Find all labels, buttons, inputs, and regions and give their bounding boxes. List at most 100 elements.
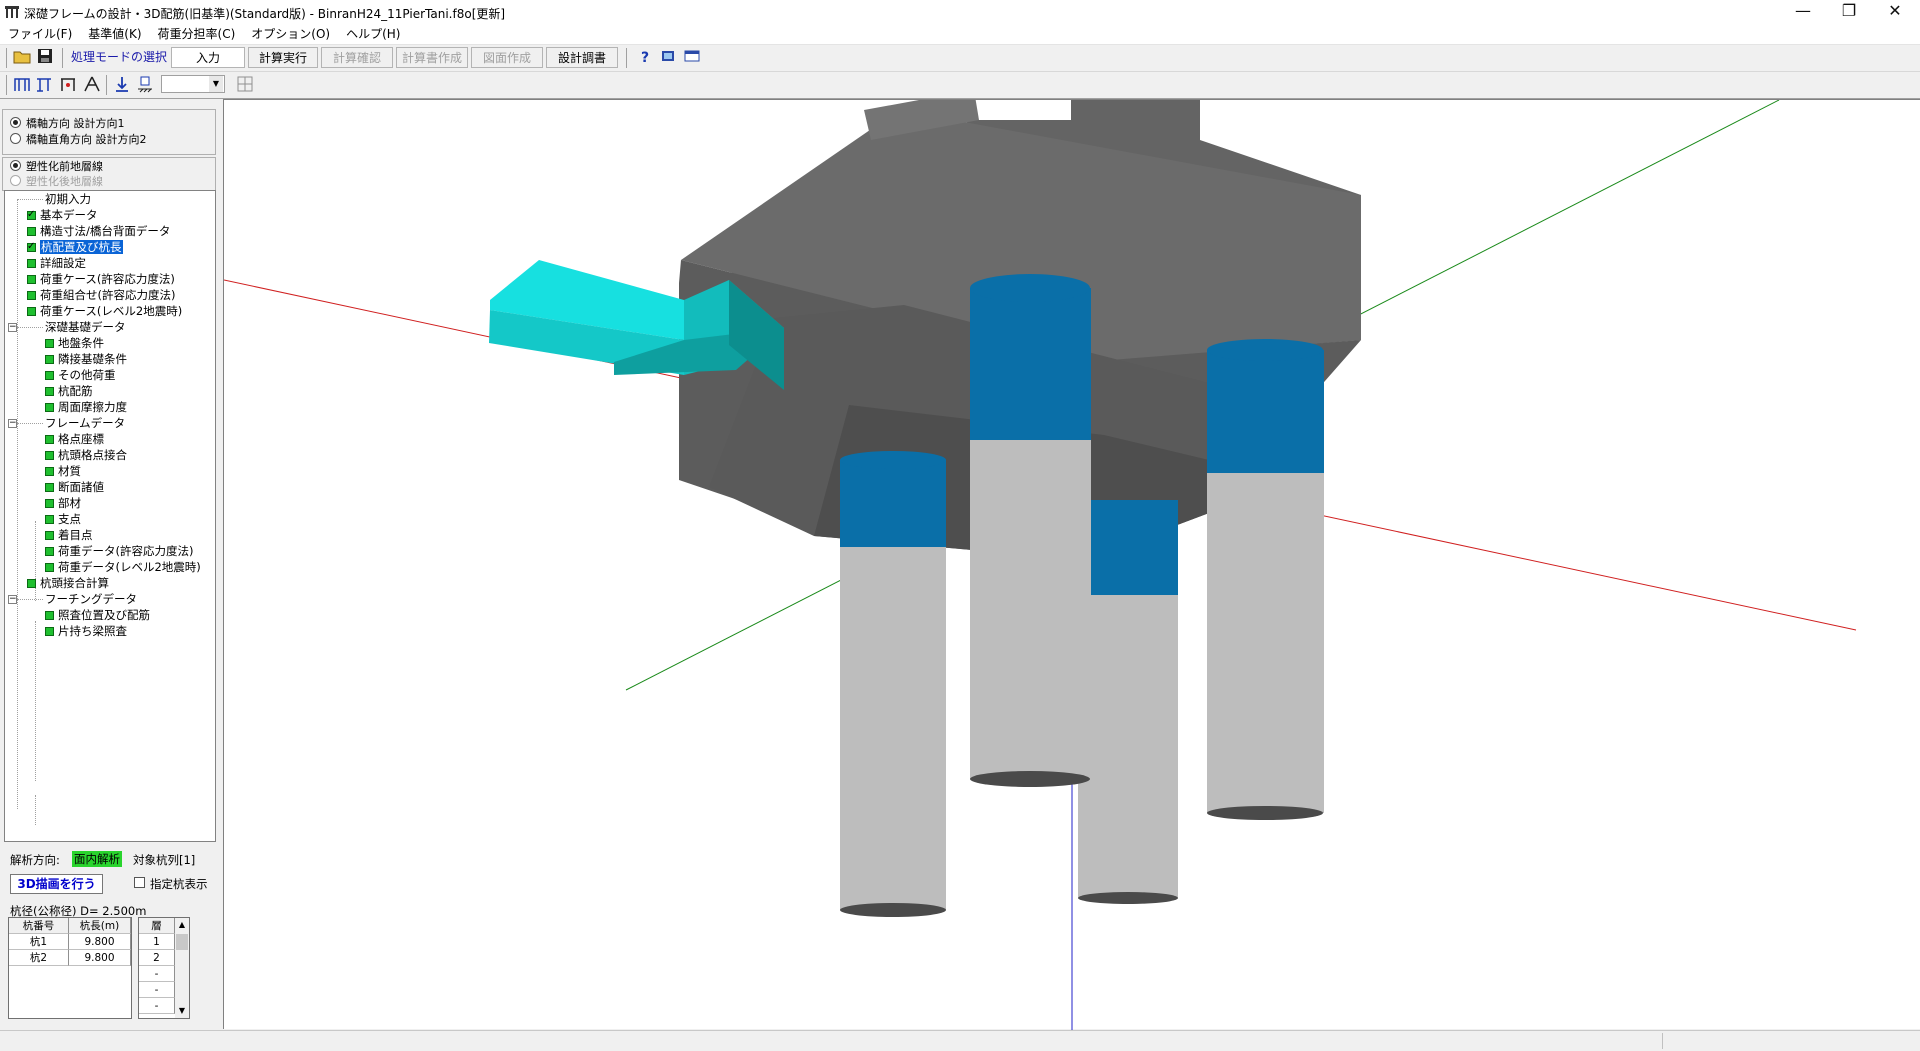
table-cell[interactable]: 9.800	[69, 950, 131, 966]
chevron-down-icon[interactable]: ▼	[209, 76, 223, 92]
design-report-button[interactable]: 設計調書	[546, 47, 618, 68]
table-cell[interactable]: -	[139, 982, 175, 998]
table-cell[interactable]: 杭2	[9, 950, 69, 966]
collapse-icon[interactable]: −	[8, 595, 17, 604]
status-square-icon	[45, 403, 54, 412]
tree-item-deep-foundation[interactable]: 深礎基礎データ	[17, 319, 126, 335]
tree-line	[17, 199, 18, 809]
tree-item-load-case-level2[interactable]: 荷重ケース(レベル2地震時)	[27, 303, 182, 319]
table-cell[interactable]: 9.800	[69, 934, 131, 950]
tree-item-load-data-allowable[interactable]: 荷重データ(許容応力度法)	[45, 543, 193, 559]
table-cell[interactable]: 杭1	[9, 934, 69, 950]
report-create-button[interactable]: 計算書作成	[396, 47, 468, 68]
menu-help[interactable]: ヘルプ(H)	[338, 24, 408, 44]
scroll-thumb[interactable]	[176, 934, 188, 950]
drawing-create-button[interactable]: 図面作成	[471, 47, 543, 68]
layer-table-scrollbar[interactable]: ▲ ▼	[175, 918, 189, 1018]
scroll-down-icon[interactable]: ▼	[175, 1004, 189, 1018]
table-cell[interactable]: -	[139, 998, 175, 1014]
tree-item-cantilever-check[interactable]: 片持ち梁照査	[45, 623, 127, 639]
help-icon[interactable]: ?	[635, 48, 655, 68]
frame-view-2-icon[interactable]	[34, 75, 54, 95]
tree-item-label: 構造寸法/橋台背面データ	[40, 224, 171, 238]
table-cell[interactable]: -	[139, 966, 175, 982]
window-icon[interactable]	[682, 48, 702, 68]
support-icon[interactable]	[135, 75, 155, 95]
draw-3d-button[interactable]: 3D描画を行う	[10, 874, 103, 894]
status-square-icon	[45, 483, 54, 492]
3d-viewport[interactable]	[223, 90, 1920, 1030]
menu-file[interactable]: ファイル(F)	[0, 24, 80, 44]
tree-item-pile-rebar[interactable]: 杭配筋	[45, 383, 93, 399]
tree-item-label: 片持ち梁照査	[58, 624, 127, 638]
load-down-icon[interactable]	[112, 75, 132, 95]
radio-layer-after[interactable]: 塑性化後地層線	[10, 173, 103, 189]
radio-direction-1[interactable]: 橋軸方向 設計方向1	[10, 115, 125, 131]
frame-view-1-icon[interactable]	[12, 75, 32, 95]
view-combo[interactable]: ▼	[161, 75, 225, 93]
tree-item-members[interactable]: 部材	[45, 495, 81, 511]
tree-item-label: 荷重ケース(レベル2地震時)	[40, 304, 183, 318]
calc-run-button[interactable]: 計算実行	[248, 47, 318, 68]
tree-item-structure-dimensions[interactable]: 構造寸法/橋台背面データ	[27, 223, 170, 239]
tree-item-check-position[interactable]: 照査位置及び配筋	[45, 607, 150, 623]
menu-options[interactable]: オプション(O)	[243, 24, 338, 44]
tree-item-label: フレームデータ	[45, 416, 126, 430]
input-mode-button[interactable]: 入力	[171, 47, 245, 68]
tree-item-other-loads[interactable]: その他荷重	[45, 367, 116, 383]
tree-item-pile-head-node[interactable]: 杭頭格点接合	[45, 447, 127, 463]
minimize-button[interactable]: —	[1780, 0, 1826, 24]
menu-standards[interactable]: 基準値(K)	[80, 24, 149, 44]
table-cell[interactable]: 1	[139, 934, 175, 950]
radio-layer-before[interactable]: 塑性化前地層線	[10, 158, 103, 174]
tree-item-basic-data[interactable]: 基本データ	[27, 207, 98, 223]
open-folder-icon[interactable]	[12, 48, 32, 68]
tree-line	[35, 795, 36, 825]
tree-item-skin-friction[interactable]: 周面摩擦力度	[45, 399, 127, 415]
scroll-up-icon[interactable]: ▲	[175, 918, 189, 932]
tree-item-label: 材質	[58, 464, 81, 478]
tree-item-footing-data[interactable]: フーチングデータ	[17, 591, 137, 607]
collapse-icon[interactable]: −	[8, 323, 17, 332]
menu-bar: ファイル(F) 基準値(K) 荷重分担率(C) オプション(O) ヘルプ(H)	[0, 24, 1920, 45]
close-button[interactable]: ✕	[1872, 0, 1918, 24]
frame-view-3-icon[interactable]	[58, 75, 78, 95]
tree-item-label: 杭頭格点接合	[58, 448, 127, 462]
tree-item-material[interactable]: 材質	[45, 463, 81, 479]
tree-item-load-combo-allowable[interactable]: 荷重組合せ(許容応力度法)	[27, 287, 175, 303]
maximize-button[interactable]: ❐	[1826, 0, 1872, 24]
tree-item-supports[interactable]: 支点	[45, 511, 81, 527]
calc-check-button[interactable]: 計算確認	[321, 47, 393, 68]
grid-view-icon[interactable]	[235, 75, 255, 95]
tree-item-ground-conditions[interactable]: 地盤条件	[45, 335, 104, 351]
tree-item-adjacent-foundation[interactable]: 隣接基礎条件	[45, 351, 127, 367]
radio-direction-2[interactable]: 橋軸直角方向 設計方向2	[10, 131, 147, 147]
menu-load-share[interactable]: 荷重分担率(C)	[150, 24, 244, 44]
tree-item-load-case-allowable[interactable]: 荷重ケース(許容応力度法)	[27, 271, 175, 287]
book-icon[interactable]	[658, 48, 678, 68]
tree-item-initial-input[interactable]: 初期入力	[17, 191, 91, 207]
tree-item-detail-settings[interactable]: 詳細設定	[27, 255, 86, 271]
radio-off-icon	[10, 175, 21, 186]
show-pile-checkbox[interactable]	[134, 877, 145, 888]
pile-length-table[interactable]: 杭番号 杭長(m) 杭1 9.800 杭2 9.800	[8, 917, 132, 1019]
collapse-icon[interactable]: −	[8, 419, 17, 428]
title-bar: 深礎フレームの設計・3D配筋(旧基準)(Standard版) - BinranH…	[0, 0, 1920, 24]
pile-back-center	[1078, 500, 1178, 904]
tree-item-pile-layout[interactable]: 杭配置及び杭長	[27, 239, 123, 255]
layer-table[interactable]: 層 1 2 - - - ▲ ▼	[138, 917, 190, 1019]
navigation-tree: 初期入力 基本データ 構造寸法/橋台背面データ 杭配置及び杭長 詳細設定 荷重ケ…	[4, 190, 216, 842]
tree-item-focus-points[interactable]: 着目点	[45, 527, 93, 543]
tree-item-pile-head-calc[interactable]: 杭頭接合計算	[27, 575, 109, 591]
status-square-icon	[27, 259, 36, 268]
frame-view-4-icon[interactable]	[82, 75, 102, 95]
tree-item-section-properties[interactable]: 断面諸値	[45, 479, 104, 495]
table-cell[interactable]: 2	[139, 950, 175, 966]
tree-item-load-data-level2[interactable]: 荷重データ(レベル2地震時)	[45, 559, 201, 575]
status-square-icon	[45, 371, 54, 380]
tree-item-label: 荷重ケース(許容応力度法)	[40, 272, 175, 286]
tree-line	[35, 621, 36, 781]
save-icon[interactable]	[35, 48, 55, 68]
tree-item-frame-data[interactable]: フレームデータ	[17, 415, 126, 431]
tree-item-node-coordinates[interactable]: 格点座標	[45, 431, 104, 447]
